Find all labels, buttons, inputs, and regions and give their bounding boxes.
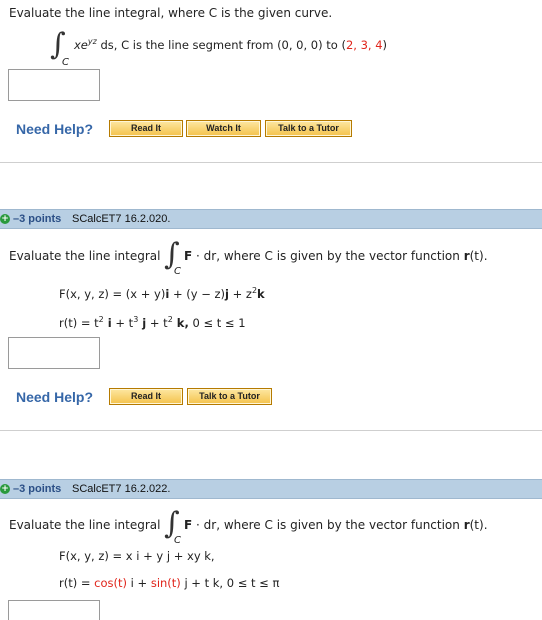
q3-r-tail: j + t k, 0 ≤ t ≤ π	[180, 576, 280, 590]
q1-integrand: xe	[74, 38, 88, 52]
q2-read-it-button[interactable]: Read It	[109, 388, 183, 405]
q1-answer-input[interactable]	[8, 69, 100, 101]
q3-integral-sub: C	[174, 535, 181, 546]
expand-plus-icon[interactable]: +	[0, 484, 10, 494]
q2-answer-input[interactable]	[8, 337, 100, 369]
q3-F-definition: F(x, y, z) = x i + y j + xy k,	[59, 549, 215, 563]
q2-points: –3 points	[13, 213, 62, 225]
q2-vector-F: F	[184, 249, 193, 263]
q2-reference: SCalcET7 16.2.020.	[72, 213, 171, 225]
q3-vector-F: F	[184, 518, 193, 532]
q2-F-definition: F(x, y, z) = (x + y)i + (y − z)j + z2k	[59, 286, 265, 301]
q3-reference: SCalcET7 16.2.022.	[72, 483, 171, 495]
q3-prompt-b-text: · dr, where C is given by the vector fun…	[192, 518, 464, 532]
q1-talk-tutor-button[interactable]: Talk to a Tutor	[265, 120, 352, 137]
expand-plus-icon[interactable]: +	[0, 214, 10, 224]
q2-talk-tutor-button[interactable]: Talk to a Tutor	[187, 388, 272, 405]
q3-prompt-tail: (t).	[469, 518, 488, 532]
q2-r-plus1: + t	[111, 316, 134, 330]
q2-r-i: i	[103, 316, 112, 330]
q2-F-mid: + (y − z)	[169, 287, 226, 301]
q2-r-pre: r(t) = t	[59, 316, 99, 330]
q3-r-cos: cos(t)	[94, 576, 128, 590]
q1-read-it-button[interactable]: Read It	[109, 120, 183, 137]
q3-r-pre: r(t) =	[59, 576, 95, 590]
divider	[0, 430, 542, 431]
integral-sign: ∫	[50, 27, 66, 62]
q3-answer-input[interactable]	[8, 600, 100, 620]
q3-r-definition: r(t) = cos(t) i + sin(t) j + t k, 0 ≤ t …	[59, 576, 279, 590]
q1-need-help-label: Need Help?	[16, 121, 94, 137]
q2-F-plus: + z	[228, 287, 252, 301]
q2-prompt-a: Evaluate the line integral	[9, 249, 161, 263]
q2-integral-sub: C	[174, 266, 181, 277]
q1-prompt: Evaluate the line integral, where C is t…	[9, 6, 333, 20]
q2-header-bar: + –3 points SCalcET7 16.2.020.	[0, 209, 542, 229]
q2-r-definition: r(t) = t2 i + t3 j + t2 k, 0 ≤ t ≤ 1	[59, 315, 246, 330]
q1-close-paren: )	[382, 38, 388, 52]
q3-r-i: i +	[127, 576, 151, 590]
q3-header-bar: + –3 points SCalcET7 16.2.022.	[0, 479, 542, 499]
q2-r-range: 0 ≤ t ≤ 1	[188, 316, 246, 330]
q1-integral-expression: xeyz ds, C is the line segment from (0, …	[74, 37, 387, 52]
q2-prompt-b-text: · dr, where C is given by the vector fun…	[192, 249, 464, 263]
divider	[0, 162, 542, 163]
q2-prompt-b: F · dr, where C is given by the vector f…	[184, 249, 488, 263]
q2-prompt-tail: (t).	[469, 249, 488, 263]
q2-F-k: k	[257, 287, 265, 301]
q2-F-pre: F(x, y, z) = (x + y)	[59, 287, 166, 301]
q2-r-k: k,	[172, 316, 189, 330]
q1-integrand-exp: yz	[87, 37, 97, 46]
q1-endpoint: 2, 3, 4	[345, 38, 383, 52]
q1-watch-it-button[interactable]: Watch It	[186, 120, 261, 137]
q2-need-help-label: Need Help?	[16, 389, 94, 405]
q3-prompt-b: F · dr, where C is given by the vector f…	[184, 518, 488, 532]
q3-r-sin: sin(t)	[150, 576, 181, 590]
q3-points: –3 points	[13, 483, 62, 495]
q3-prompt-a: Evaluate the line integral	[9, 518, 161, 532]
q2-r-plus2: + t	[146, 316, 168, 330]
q1-integrand-rest: ds, C is the line segment from (0, 0, 0)…	[96, 38, 346, 52]
q1-integral-sub: C	[62, 57, 69, 68]
